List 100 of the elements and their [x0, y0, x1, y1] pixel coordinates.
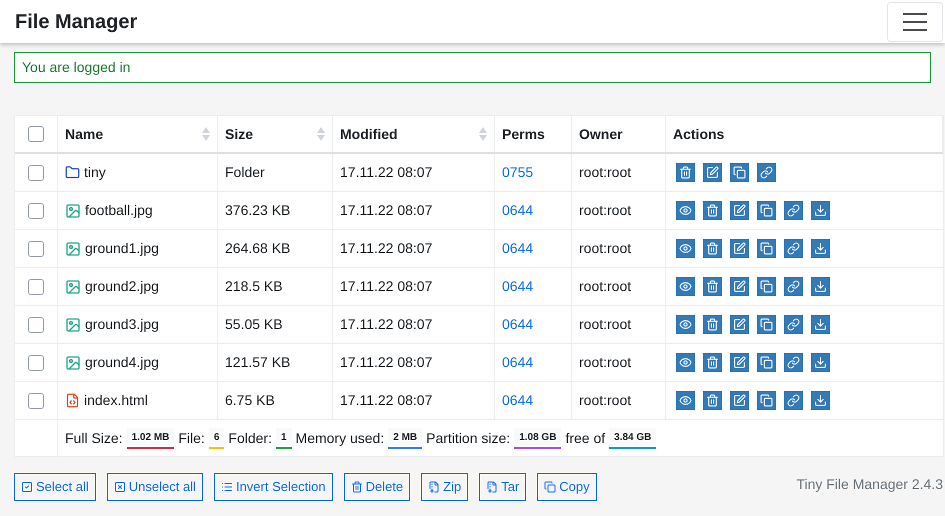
download-button[interactable]	[811, 353, 830, 372]
link-button[interactable]	[784, 353, 803, 372]
checkbox[interactable]	[28, 316, 44, 332]
permissions-link[interactable]: 0644	[502, 276, 534, 297]
file-name-link[interactable]: tiny	[84, 162, 106, 183]
link-button[interactable]	[784, 391, 803, 410]
toolbar-button[interactable]: Invert Selection	[214, 473, 333, 501]
delete-button[interactable]	[703, 353, 722, 372]
download-icon	[814, 356, 827, 369]
download-button[interactable]	[811, 201, 830, 220]
edit-button[interactable]	[730, 201, 749, 220]
table-cell: 17.11.22 08:07	[333, 382, 495, 419]
link-button[interactable]	[784, 315, 803, 334]
archive-file-icon	[428, 481, 440, 493]
permissions-link[interactable]: 0644	[502, 352, 534, 373]
view-button[interactable]	[676, 277, 695, 296]
pencil-icon	[733, 356, 746, 369]
edit-button[interactable]	[730, 391, 749, 410]
view-button[interactable]	[676, 353, 695, 372]
toolbar-button[interactable]: Select all	[14, 473, 96, 501]
download-button[interactable]	[811, 277, 830, 296]
summary-badge: 2 MB	[388, 428, 422, 448]
copy-button[interactable]	[757, 391, 776, 410]
link-button[interactable]	[784, 277, 803, 296]
file-name-link[interactable]: ground2.jpg	[85, 276, 159, 297]
file-name-link[interactable]: ground4.jpg	[85, 352, 159, 373]
checkbox[interactable]	[28, 278, 44, 294]
checkbox[interactable]	[28, 392, 44, 408]
edit-button[interactable]	[730, 315, 749, 334]
toolbar-button[interactable]: Delete	[344, 473, 410, 501]
permissions-link[interactable]: 0644	[502, 390, 534, 411]
summary-label: free of	[565, 428, 606, 448]
edit-button[interactable]	[730, 277, 749, 296]
file-name-link[interactable]: football.jpg	[85, 200, 153, 221]
permissions-link[interactable]: 0644	[502, 314, 534, 335]
link-button[interactable]	[784, 201, 803, 220]
checkbox[interactable]	[28, 126, 44, 142]
delete-button[interactable]	[703, 277, 722, 296]
view-button[interactable]	[676, 391, 695, 410]
table-cell: root:root	[572, 192, 666, 229]
table-cell: root:root	[572, 382, 666, 419]
x-box-icon	[114, 481, 126, 493]
column-header[interactable]: Size	[218, 116, 333, 152]
copy-button[interactable]	[757, 277, 776, 296]
trash-icon	[706, 204, 719, 217]
eye-icon	[679, 280, 692, 293]
trash-icon	[679, 166, 692, 179]
copy-icon	[760, 318, 773, 331]
image-icon	[65, 316, 81, 332]
sort-icon	[317, 127, 325, 141]
eye-icon	[679, 242, 692, 255]
copy-icon	[760, 280, 773, 293]
file-name-link[interactable]: index.html	[84, 390, 148, 411]
view-button[interactable]	[676, 315, 695, 334]
delete-button[interactable]	[703, 239, 722, 258]
copy-button[interactable]	[757, 239, 776, 258]
copy-button[interactable]	[730, 163, 749, 182]
edit-button[interactable]	[730, 353, 749, 372]
link-icon	[787, 318, 800, 331]
download-button[interactable]	[811, 391, 830, 410]
checkbox[interactable]	[28, 354, 44, 370]
delete-button[interactable]	[703, 391, 722, 410]
link-button[interactable]	[757, 163, 776, 182]
summary-badge: 1.08 GB	[514, 428, 562, 448]
permissions-link[interactable]: 0644	[502, 200, 534, 221]
view-button[interactable]	[676, 201, 695, 220]
download-button[interactable]	[811, 315, 830, 334]
copy-icon	[760, 356, 773, 369]
permissions-link[interactable]: 0755	[502, 162, 534, 183]
delete-button[interactable]	[703, 315, 722, 334]
edit-button[interactable]	[730, 239, 749, 258]
checkbox[interactable]	[28, 164, 44, 180]
file-name-link[interactable]: ground3.jpg	[85, 314, 159, 335]
column-header[interactable]: Modified	[333, 116, 495, 152]
toolbar-button[interactable]: Tar	[479, 473, 526, 501]
toolbar-button[interactable]: Zip	[421, 473, 468, 501]
copy-icon	[544, 481, 556, 493]
copy-button[interactable]	[757, 353, 776, 372]
summary-label: Full Size:	[65, 428, 123, 448]
toolbar-button[interactable]: Copy	[537, 473, 597, 501]
checkbox[interactable]	[28, 240, 44, 256]
archive-file-icon	[486, 481, 498, 493]
delete-button[interactable]	[676, 163, 695, 182]
view-button[interactable]	[676, 239, 695, 258]
toolbar-button[interactable]: Unselect all	[106, 473, 203, 501]
checkbox[interactable]	[28, 202, 44, 218]
column-header[interactable]: Name	[58, 116, 218, 152]
download-button[interactable]	[811, 239, 830, 258]
link-button[interactable]	[784, 239, 803, 258]
delete-button[interactable]	[703, 201, 722, 220]
edit-button[interactable]	[703, 163, 722, 182]
copy-button[interactable]	[757, 315, 776, 334]
column-header: Actions	[666, 116, 943, 152]
menu-button[interactable]	[887, 2, 943, 42]
permissions-link[interactable]: 0644	[502, 238, 534, 259]
table-cell: 6.75 KB	[218, 382, 333, 419]
copy-button[interactable]	[757, 201, 776, 220]
table-cell: root:root	[572, 154, 666, 191]
file-name-link[interactable]: ground1.jpg	[85, 238, 159, 259]
link-icon	[787, 242, 800, 255]
